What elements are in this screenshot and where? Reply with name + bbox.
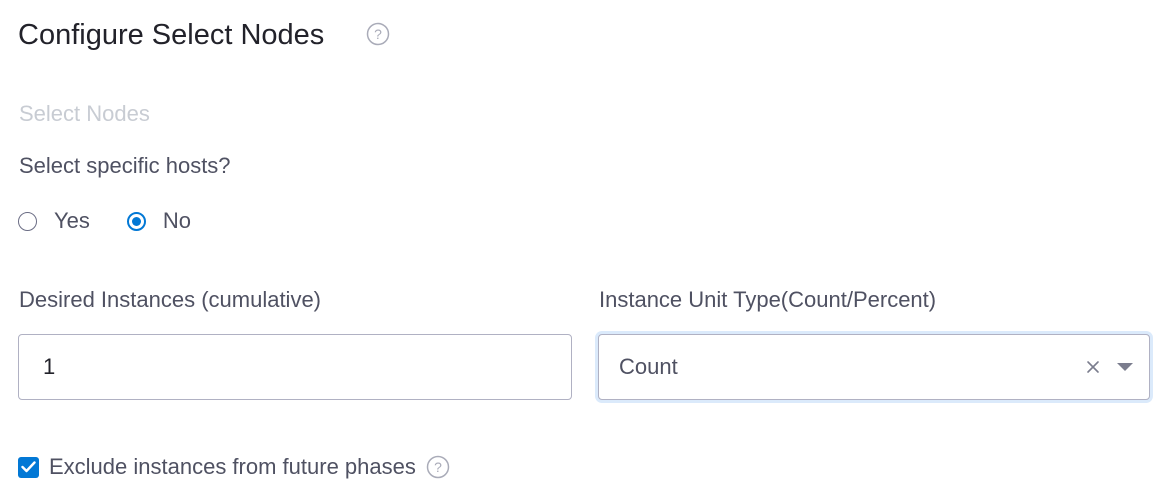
close-icon[interactable] <box>1081 355 1105 379</box>
exclude-instances-checkbox[interactable] <box>18 456 39 478</box>
checkmark-icon <box>21 461 36 473</box>
exclude-instances-label: Exclude instances from future phases <box>49 454 416 479</box>
svg-text:?: ? <box>434 459 442 475</box>
desired-instances-label: Desired Instances (cumulative) <box>19 287 322 312</box>
svg-text:?: ? <box>374 26 382 42</box>
radio-no-label: No <box>162 208 192 233</box>
hosts-radio-group: Yes No <box>18 206 191 236</box>
radio-no[interactable]: No <box>126 208 192 234</box>
select-value: Count <box>619 354 678 379</box>
desired-instances-input[interactable] <box>18 334 572 400</box>
section-label: Select Nodes <box>19 101 150 126</box>
instance-unit-type-label: Instance Unit Type(Count/Percent) <box>599 287 937 312</box>
hosts-question-label: Select specific hosts? <box>19 153 231 178</box>
configure-select-nodes-panel: Configure Select Nodes ? Select Nodes Se… <box>0 0 1168 504</box>
question-circle-icon[interactable]: ? <box>366 22 390 51</box>
caret-down-icon[interactable] <box>1113 355 1137 379</box>
radio-yes-label: Yes <box>54 208 90 233</box>
radio-yes-circle[interactable] <box>18 211 37 231</box>
page-title: Configure Select Nodes <box>18 19 325 51</box>
question-circle-icon[interactable]: ? <box>426 455 450 479</box>
radio-yes[interactable]: Yes <box>18 208 90 234</box>
instance-unit-type-select[interactable]: Count <box>598 334 1150 400</box>
radio-no-circle[interactable] <box>126 211 146 231</box>
exclude-instances-row: Exclude instances from future phases ? <box>18 452 450 482</box>
